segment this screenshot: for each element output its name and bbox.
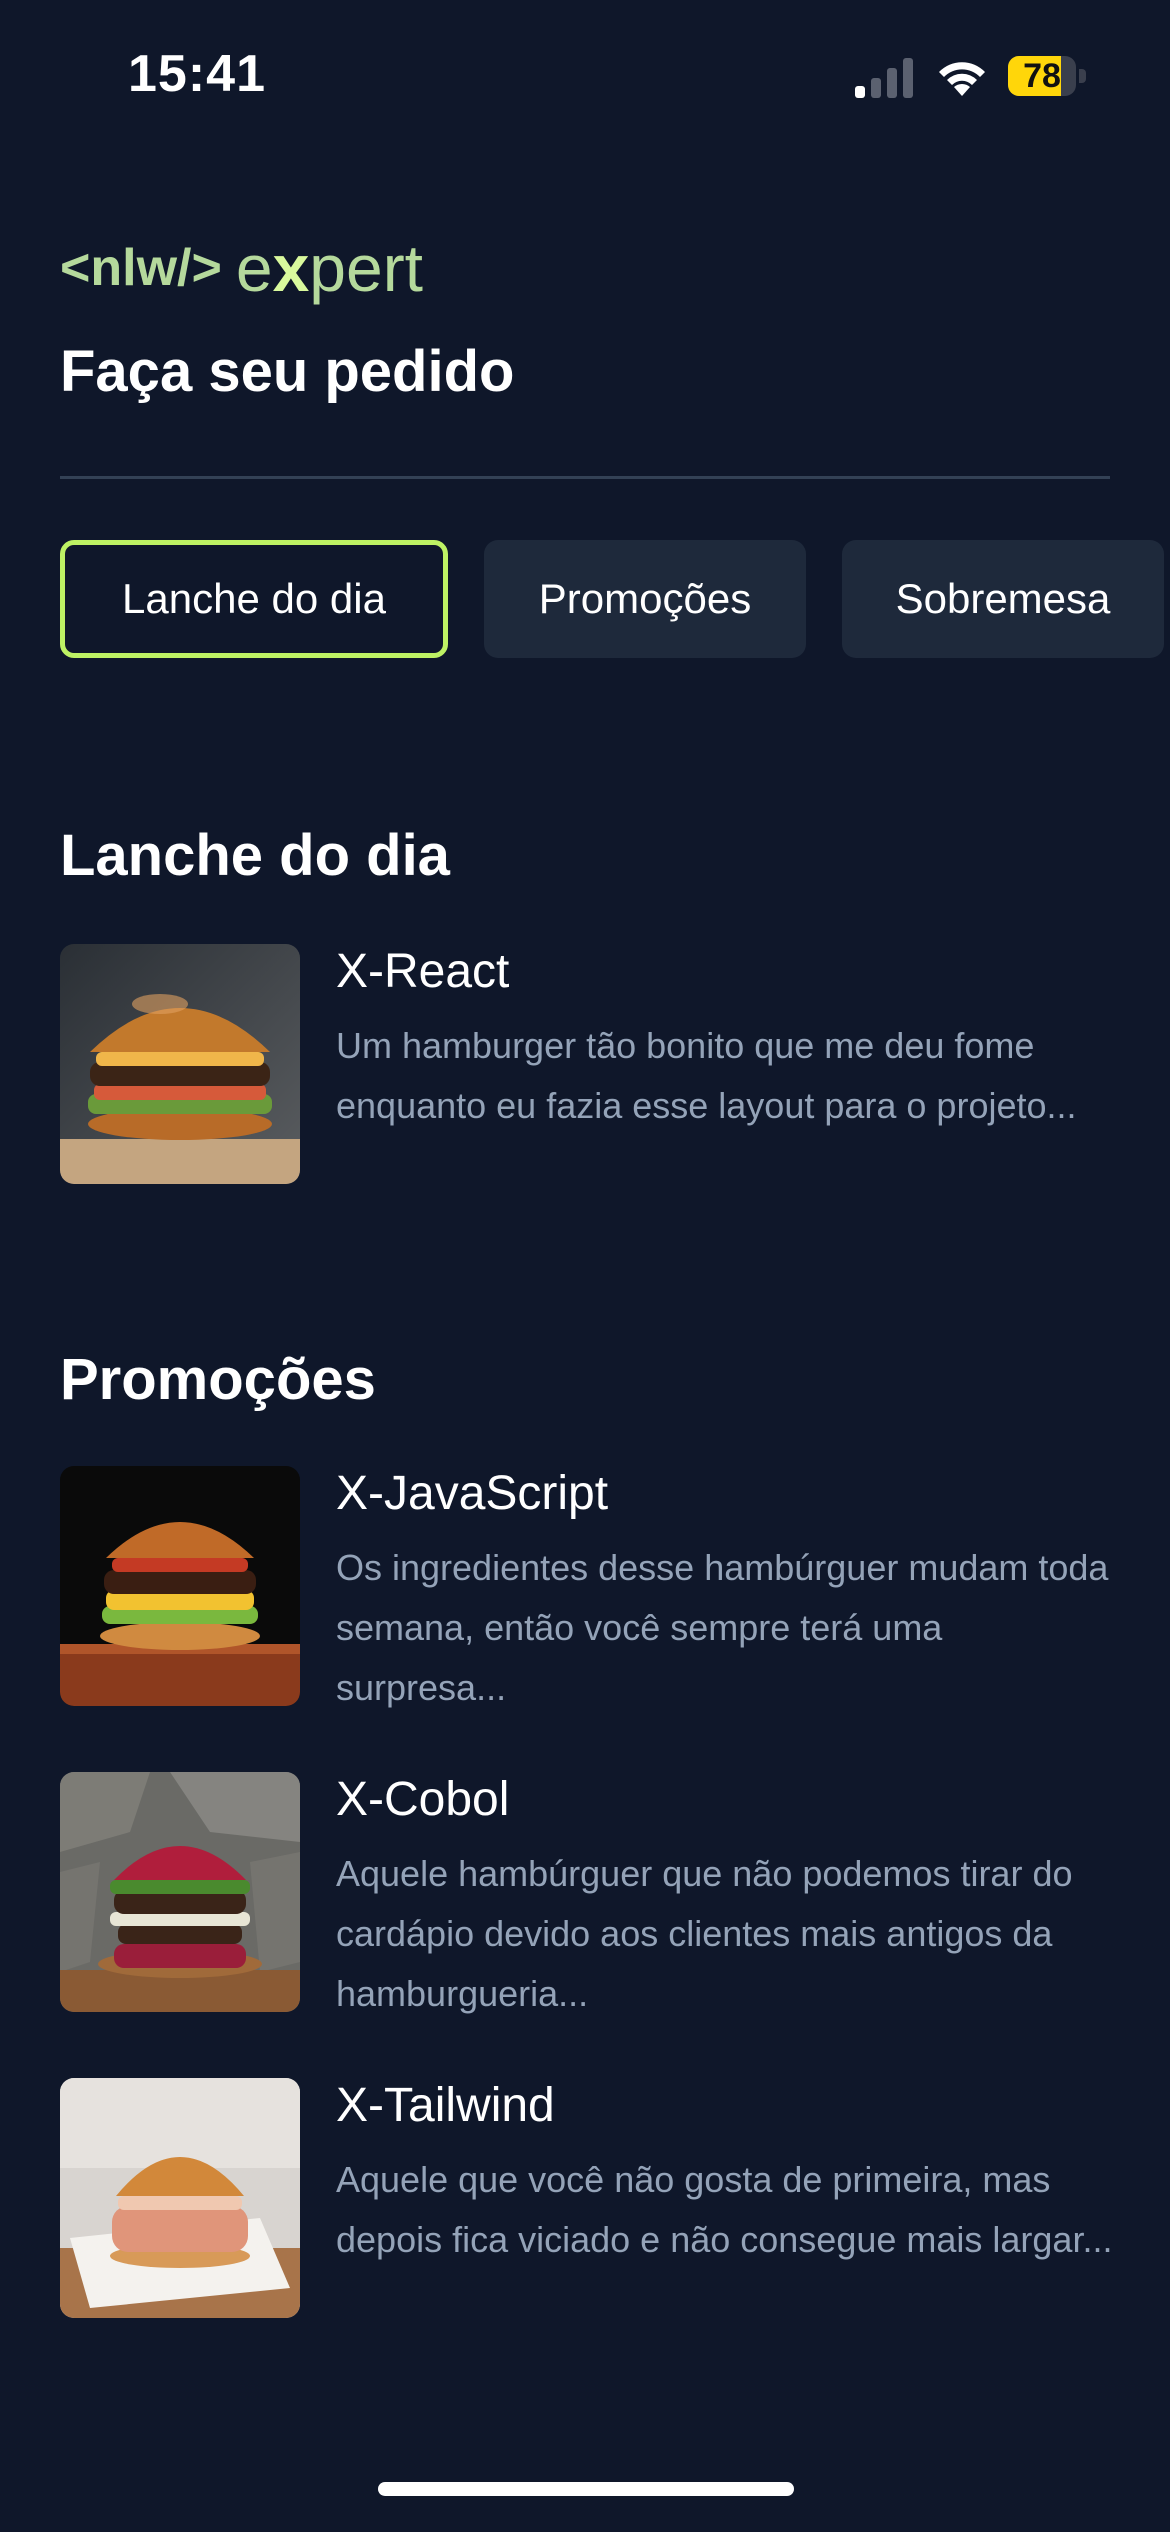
battery-level: 78 xyxy=(1023,57,1061,95)
item-description: Aquele hambúrguer que não podemos tirar … xyxy=(336,1853,1073,2014)
burger-image xyxy=(60,944,300,1184)
battery-icon: 78 xyxy=(1008,56,1086,96)
item-title: X-Tailwind xyxy=(336,2079,555,2132)
burger-image xyxy=(60,1466,300,1706)
menu-item-x-react[interactable]: X-React Um hamburger tão bonito que me d… xyxy=(60,944,1110,1184)
category-tabs: Lanche do dia Promoções Sobremesa xyxy=(60,540,1164,658)
item-title: X-JavaScript xyxy=(336,1467,609,1520)
item-title: X-React xyxy=(336,945,510,998)
tab-promocoes[interactable]: Promoções xyxy=(484,540,806,658)
home-indicator[interactable] xyxy=(378,2482,794,2496)
wifi-icon xyxy=(939,62,985,96)
burger-image xyxy=(60,2078,300,2318)
logo-word: expert xyxy=(235,231,424,305)
item-description: Os ingredientes desse hambúrguer mudam t… xyxy=(336,1547,1109,1708)
section-title-promocoes: Promoções xyxy=(60,1347,376,1412)
burger-image xyxy=(60,1772,300,2012)
section-title-lanche-do-dia: Lanche do dia xyxy=(60,823,450,888)
signal-icon xyxy=(855,58,913,98)
header-divider xyxy=(60,476,1110,479)
logo-brand: <nlw/> xyxy=(60,239,222,297)
item-description: Aquele que você não gosta de primeira, m… xyxy=(336,2159,1113,2260)
item-title: X-Cobol xyxy=(336,1773,510,1826)
status-bar: 15:41 78 xyxy=(0,0,1170,150)
tab-lanche-do-dia[interactable]: Lanche do dia xyxy=(60,540,448,658)
tab-sobremesa[interactable]: Sobremesa xyxy=(842,540,1164,658)
menu-item-x-tailwind[interactable]: X-Tailwind Aquele que você não gosta de … xyxy=(60,2078,1112,2318)
app-logo: <nlw/> expert xyxy=(60,228,423,308)
page-title: Faça seu pedido xyxy=(60,339,515,404)
item-description: Um hamburger tão bonito que me deu fome … xyxy=(336,1025,1077,1126)
menu-item-x-javascript[interactable]: X-JavaScript Os ingredientes desse hambú… xyxy=(60,1466,1110,1708)
menu-item-x-cobol[interactable]: X-Cobol Aquele hambúrguer que não podemo… xyxy=(60,1772,1110,2014)
status-time: 15:41 xyxy=(128,45,266,103)
